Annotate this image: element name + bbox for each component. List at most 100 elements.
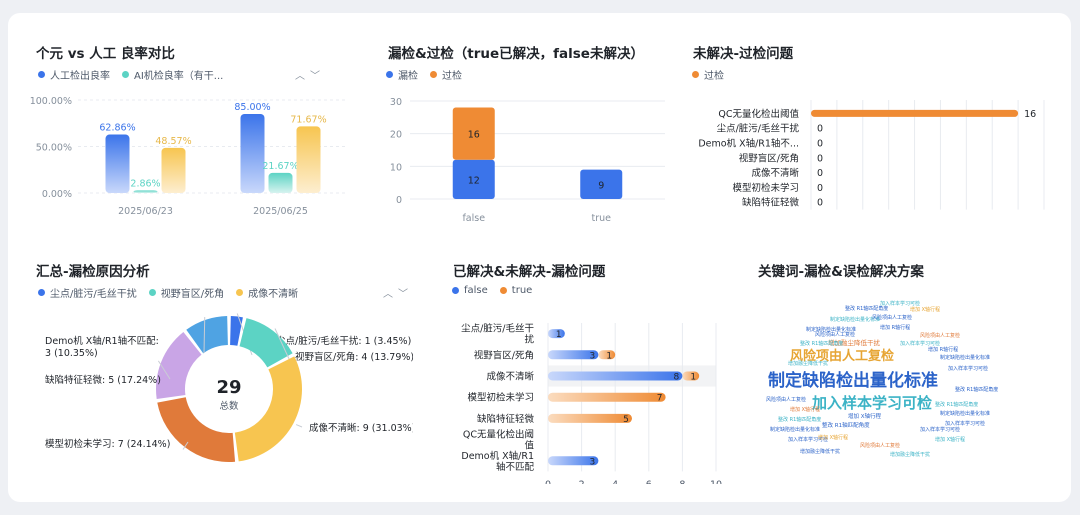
y-tick-label: 0 xyxy=(396,195,402,206)
y-tick-label: Demo机 X轴/R1轴不... xyxy=(698,138,799,150)
x-tick-label: false xyxy=(462,213,485,221)
miss-reason-chart-legend: 尘点/脏污/毛丝干扰 视野盲区/死角 成像不清晰 xyxy=(38,285,298,300)
leader-line xyxy=(295,424,303,428)
x-tick-label: 2025/06/25 xyxy=(253,206,308,217)
word-cloud-word: 增加 R轴行程 xyxy=(880,325,911,331)
chevron-down-icon[interactable]: ﹀ xyxy=(398,285,408,300)
slice-label: 尘点/脏污/毛丝干扰: 1 (3.45%) xyxy=(276,335,411,347)
bar xyxy=(296,126,321,193)
word-cloud-word: 加入样本学习可检 xyxy=(948,366,989,372)
word-cloud-word: 整改 R1轴匹配角度 xyxy=(822,423,870,429)
y-tick-label: 30 xyxy=(390,97,402,108)
x-tick-label: 2025/06/23 xyxy=(118,206,173,217)
data-label: 0 xyxy=(817,198,823,209)
legend-item-blind[interactable]: 视野盲区/死角 xyxy=(148,285,224,300)
word-cloud-word: 制定缺陷检出量化标准 xyxy=(768,371,938,391)
x-tick-label: 6 xyxy=(646,479,652,484)
yield-chart-legend: 人工检出良率 AI机检良率（有干... xyxy=(38,67,223,82)
bar xyxy=(268,172,293,193)
data-label: 3 xyxy=(590,457,596,467)
data-label: 12 xyxy=(468,175,480,186)
data-label: 3 xyxy=(590,351,596,361)
donut-center-value: 29 xyxy=(216,377,241,398)
data-label: 1 xyxy=(606,351,612,361)
word-cloud-word: 增加 X轴行程 xyxy=(818,435,849,441)
data-label: 85.00% xyxy=(234,102,270,113)
y-tick-label: 视野盲区/死角 xyxy=(739,152,799,164)
over-unresolved-chart-legend: 过检 xyxy=(692,67,724,82)
miss-over-chart-legend: 漏检 过检 xyxy=(386,67,462,82)
data-label: 0 xyxy=(817,124,823,135)
word-cloud-word: 风险项由人工复检 xyxy=(766,397,807,403)
chevron-up-icon[interactable]: ︿ xyxy=(383,285,393,300)
word-cloud-word: 增加融尘降低干扰 xyxy=(788,361,829,367)
legend-item-manual[interactable]: 人工检出良率 xyxy=(38,67,110,82)
y-tick-label: 50.00% xyxy=(36,143,72,154)
x-tick-label: 10 xyxy=(710,479,722,484)
y-tick-label: 尘点/脏污/毛丝干扰 xyxy=(717,123,800,135)
legend-item-over[interactable]: 过检 xyxy=(430,67,462,82)
legend-item-blur[interactable]: 成像不清晰 xyxy=(236,285,298,300)
miss-resolved-chart-legend: false true xyxy=(452,285,532,296)
y-tick-label: 成像不清晰 xyxy=(486,371,534,383)
word-cloud-word: 风险项由人工复检 xyxy=(920,333,961,339)
legend-item-false[interactable]: false xyxy=(452,285,488,296)
data-label: 8 xyxy=(674,373,680,383)
bar-segment xyxy=(548,413,632,423)
y-tick-label: 100.00% xyxy=(30,96,72,107)
word-cloud-word: 增加 X轴行程 xyxy=(935,437,966,443)
donut-center-label: 总数 xyxy=(219,400,239,412)
over-unresolved-chart: 024681012141618QC无量化检出阈值16尘点/脏污/毛丝干扰0Dem… xyxy=(698,100,1045,210)
slice-label: Demo机 X轴/R1轴不匹配: 3 (10.35%) xyxy=(45,335,159,359)
data-label: 1 xyxy=(556,330,562,340)
donut-slice xyxy=(239,318,293,368)
legend-item-dust[interactable]: 尘点/脏污/毛丝干扰 xyxy=(38,285,137,300)
miss-over-chart: 0 10 20 30 12 16 false 9 true xyxy=(390,97,665,221)
donut-slice xyxy=(156,332,202,400)
word-cloud-word: 制定缺陷检出量化标准 xyxy=(770,427,821,433)
legend-item-true[interactable]: true xyxy=(499,285,532,296)
word-cloud-word: 整改 R1轴匹配角度 xyxy=(935,402,979,408)
data-label: 9 xyxy=(598,180,604,191)
legend-item-over[interactable]: 过检 xyxy=(692,67,724,82)
data-label: 7 xyxy=(657,394,663,404)
data-label: 71.67% xyxy=(290,114,326,125)
word-cloud-word: 增加融尘降低干扰 xyxy=(800,449,841,455)
over-unresolved-chart-title: 未解决-过检问题 xyxy=(693,46,794,62)
bar xyxy=(240,113,265,193)
word-cloud-word: 整改 R1轴匹配角度 xyxy=(955,387,999,393)
chevron-down-icon[interactable]: ﹀ xyxy=(310,67,320,82)
y-tick-label: QC无量化检出阈值 xyxy=(463,429,535,452)
y-tick-label: 尘点/脏污/毛丝干扰 xyxy=(461,323,534,346)
bar xyxy=(161,147,186,193)
data-label: 62.86% xyxy=(99,123,135,134)
bar-segment xyxy=(548,371,683,381)
word-cloud-word: 制定缺陷检出量化标准 xyxy=(940,355,991,361)
bar xyxy=(105,134,130,193)
y-tick-label: 成像不清晰 xyxy=(751,167,799,179)
legend-item-miss[interactable]: 漏检 xyxy=(386,67,418,82)
word-cloud-word: 增加 R轴行程 xyxy=(928,347,959,353)
yield-chart: 0.00% 50.00% 100.00% 62.86% 2.86% 48.57% 2025/… xyxy=(30,96,348,217)
donut-slice xyxy=(234,356,302,462)
legend-item-ai[interactable]: AI机检良率（有干... xyxy=(122,67,223,82)
keyword-word-cloud: 风险项由人工复检 制定缺陷检出量化标准 加入样本学习可检 增加 X轴行程 整改 R1轴匹… xyxy=(760,298,1016,468)
miss-resolved-chart: 0246810尘点/脏污/毛丝干扰1视野盲区/死角31成像不清晰81模型初检未学… xyxy=(461,323,722,484)
data-label: 0 xyxy=(817,183,823,194)
chevron-up-icon[interactable]: ︿ xyxy=(295,67,305,82)
y-tick-label: Demo机 X轴/R1 轴不匹配 xyxy=(461,450,534,473)
bar-segment xyxy=(548,392,666,402)
word-cloud-word: 增加 X轴行程 xyxy=(848,414,882,420)
slice-label: 模型初检未学习: 7 (24.14%) xyxy=(45,438,170,450)
word-cloud-word: 加入样本学习可检 xyxy=(812,394,933,412)
data-label: 16 xyxy=(468,130,480,141)
x-tick-label: 8 xyxy=(679,479,685,484)
word-cloud-word: 增加 X轴行程 xyxy=(910,307,941,313)
y-tick-label: 0.00% xyxy=(42,189,72,200)
data-label: 5 xyxy=(623,415,629,425)
x-tick-label: 2 xyxy=(579,479,585,484)
word-cloud-word: 制定缺陷检出量化标准 xyxy=(806,327,857,333)
data-label: 0 xyxy=(817,153,823,164)
y-tick-label: 模型初检未学习 xyxy=(732,182,799,194)
data-label: 48.57% xyxy=(155,136,191,147)
